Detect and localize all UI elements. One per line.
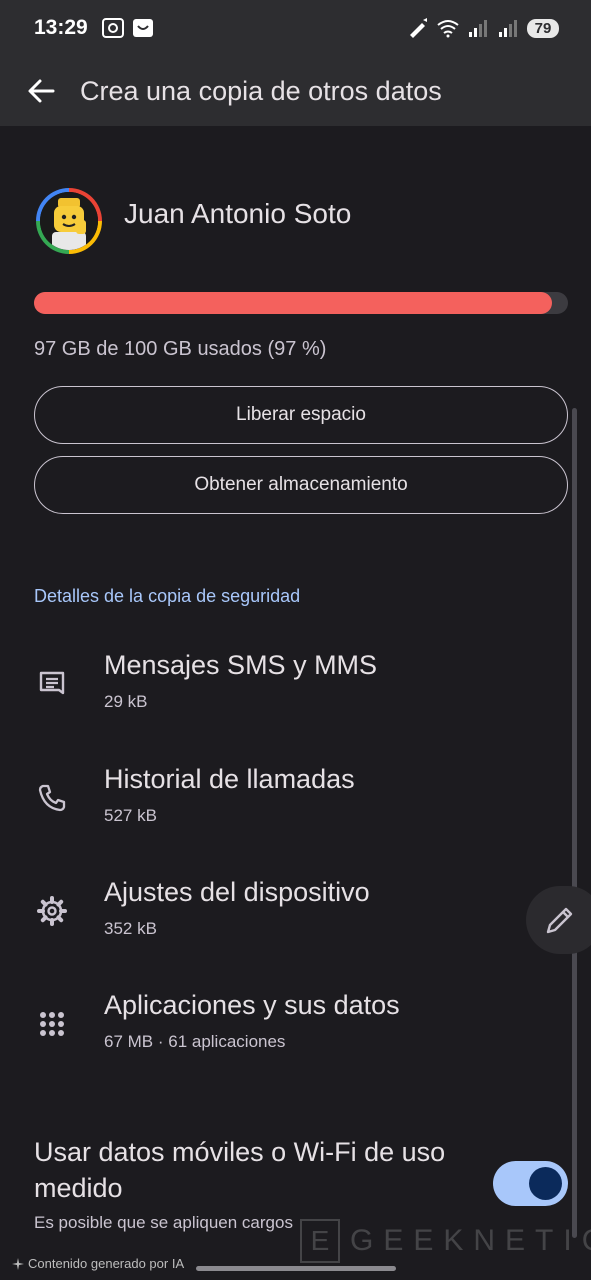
message-icon: [39, 671, 65, 695]
storage-progress-fill: [34, 292, 552, 314]
battery-indicator: 79: [527, 18, 559, 38]
signal-icon-1: [469, 20, 487, 37]
list-item-device-settings[interactable]: Ajustes del dispositivo 352 kB: [0, 869, 591, 959]
app-notification-icon: [132, 19, 153, 37]
list-item-title: Historial de llamadas: [104, 764, 355, 794]
get-storage-button[interactable]: Obtener almacenamiento: [34, 456, 568, 514]
arrow-left-icon: [28, 79, 55, 103]
metered-data-title: Usar datos móviles o Wi-Fi de uso medido: [34, 1137, 446, 1203]
lego-figure-icon: [40, 192, 98, 250]
list-item-call-history[interactable]: Historial de llamadas 527 kB: [0, 756, 591, 846]
account-name: Juan Antonio Soto: [124, 198, 352, 229]
back-button[interactable]: [26, 76, 56, 106]
list-item-subtitle: 527 kB: [104, 806, 157, 825]
storage-progress-bar: [34, 292, 568, 314]
list-item-apps[interactable]: Aplicaciones y sus datos 67 MB · 61 apli…: [0, 982, 591, 1072]
app-bar: Crea una copia de otros datos: [0, 56, 591, 126]
account-profile: Juan Antonio Soto: [36, 188, 351, 254]
metered-data-subtitle: Es posible que se apliquen cargos: [34, 1213, 293, 1232]
list-item-title: Aplicaciones y sus datos: [104, 990, 400, 1020]
list-item-title: Mensajes SMS y MMS: [104, 650, 378, 680]
status-time: 13:29: [34, 16, 88, 39]
avatar[interactable]: [36, 188, 102, 254]
watermark-logo: E: [300, 1219, 340, 1263]
screenshot-icon: [101, 18, 124, 38]
free-space-button[interactable]: Liberar espacio: [34, 386, 568, 444]
page-title: Crea una copia de otros datos: [80, 75, 442, 106]
watermark: E GEEKNETIC: [300, 1218, 591, 1264]
gear-icon: [37, 896, 67, 926]
edit-mode-icon: [410, 18, 427, 38]
list-item-sms[interactable]: Mensajes SMS y MMS 29 kB: [0, 642, 591, 732]
status-right: 79: [407, 18, 559, 38]
storage-summary: 97 GB de 100 GB usados (97 %): [34, 338, 327, 360]
scrollbar[interactable]: [572, 408, 577, 1238]
ai-note-text: Contenido generado por IA: [28, 1256, 185, 1271]
pencil-icon: [546, 907, 573, 934]
list-item-subtitle: 29 kB: [104, 692, 148, 711]
edit-floating-button[interactable]: [526, 886, 591, 954]
ai-generated-note: Contenido generado por IA: [12, 1256, 184, 1271]
list-item-subtitle: 352 kB: [104, 919, 157, 938]
avatar-image: [40, 192, 98, 250]
home-indicator[interactable]: [196, 1266, 396, 1271]
status-bar: 13:29 79: [0, 0, 591, 56]
metered-data-toggle[interactable]: [493, 1161, 568, 1206]
signal-icon-2: [499, 20, 517, 37]
status-notification-icons: [101, 18, 154, 38]
sparkle-icon: [12, 1257, 24, 1270]
wifi-icon: [437, 20, 459, 38]
list-item-title: Ajustes del dispositivo: [104, 877, 370, 907]
list-item-subtitle: 67 MB · 61 aplicaciones: [104, 1032, 286, 1051]
toggle-knob: [529, 1167, 562, 1200]
watermark-text: GEEKNETIC: [350, 1224, 591, 1257]
apps-grid-icon: [40, 1012, 64, 1036]
backup-details-header: Detalles de la copia de seguridad: [34, 586, 301, 606]
phone-icon: [38, 784, 66, 812]
